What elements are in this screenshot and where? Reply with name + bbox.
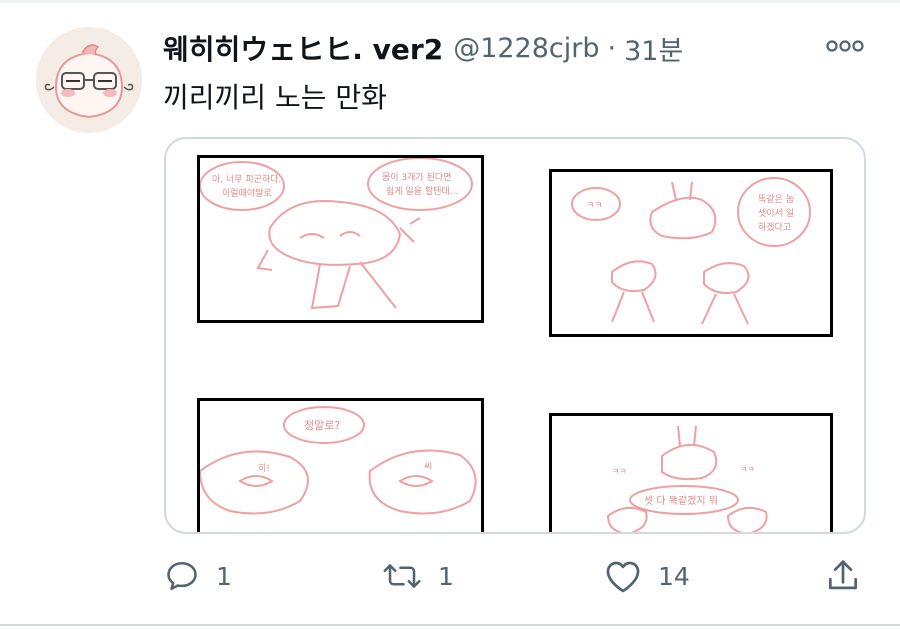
reply-count: 1 xyxy=(216,561,232,591)
svg-text:똑같은 놈: 똑같은 놈 xyxy=(758,193,794,205)
svg-text:정말로?: 정말로? xyxy=(304,419,340,432)
retweet-button[interactable]: 1 xyxy=(382,550,454,602)
tweet-actions: 1 1 14 xyxy=(0,550,900,602)
retweet-count: 1 xyxy=(438,561,454,591)
more-button[interactable] xyxy=(822,30,868,62)
tweet-header: 웨히히ウェヒヒ. ver2 @1228cjrb · 31분 xyxy=(163,28,683,68)
comic-panel-2: ㅋㅋ 똑같은 놈 셋이서 일 하겠다고 xyxy=(549,169,833,337)
svg-text:쉽게 일을 할텐데…: 쉽게 일을 할텐데… xyxy=(386,186,459,197)
comic-drawing-3: 정말로? 히! 씨 xyxy=(200,406,477,515)
tweet-text: 끼리끼리 노는 만화 xyxy=(163,81,387,114)
comic-panel-1: 아, 너무 피곤하다. 이럴때야말로 몸이 3개가 된다면 쉽게 일을 할텐데… xyxy=(197,155,484,323)
svg-text:하겠다고: 하겠다고 xyxy=(758,222,791,233)
avatar-face-icon xyxy=(36,27,142,133)
comic-drawing-4: 셋 다 똑같겠지 뭐 ㅋㅋ ㅋㅋ xyxy=(606,425,768,532)
comic-drawing-2: ㅋㅋ 똑같은 놈 셋이서 일 하겠다고 xyxy=(571,177,811,325)
bottom-divider xyxy=(0,624,900,626)
timestamp[interactable]: 31분 xyxy=(624,29,683,68)
like-button[interactable]: 14 xyxy=(604,550,690,602)
svg-text:ㅋㅋ: ㅋㅋ xyxy=(586,201,603,211)
comic-panel-3: 정말로? 히! 씨 xyxy=(197,398,484,532)
user-handle[interactable]: @1228cjrb xyxy=(453,33,599,64)
svg-text:ㅋㅋ: ㅋㅋ xyxy=(740,465,755,474)
svg-text:씨: 씨 xyxy=(424,461,432,472)
like-count: 14 xyxy=(658,561,690,591)
svg-text:몸이 3개가 된다면: 몸이 3개가 된다면 xyxy=(382,171,451,183)
retweet-icon xyxy=(383,564,421,588)
svg-text:히!: 히! xyxy=(258,463,270,474)
display-name[interactable]: 웨히히ウェヒヒ. ver2 xyxy=(163,28,443,68)
svg-text:ㅋㅋ: ㅋㅋ xyxy=(612,467,627,476)
reply-bubble-icon xyxy=(167,561,197,591)
tweet-media[interactable]: 아, 너무 피곤하다. 이럴때야말로 몸이 3개가 된다면 쉽게 일을 할텐데…… xyxy=(164,137,866,534)
svg-text:셋 다 똑같겠지 뭐: 셋 다 똑같겠지 뭐 xyxy=(644,495,718,507)
top-divider xyxy=(0,0,900,3)
separator-dot: · xyxy=(607,32,617,64)
share-button[interactable] xyxy=(824,550,862,602)
more-dots-icon xyxy=(826,40,864,52)
avatar[interactable] xyxy=(36,27,142,133)
svg-text:아, 너무 피곤하다.: 아, 너무 피곤하다. xyxy=(212,174,281,185)
comic-drawing-1: 아, 너무 피곤하다. 이럴때야말로 몸이 3개가 된다면 쉽게 일을 할텐데… xyxy=(200,158,473,310)
svg-text:이럴때야말로: 이럴때야말로 xyxy=(222,187,272,199)
share-icon xyxy=(828,560,858,590)
reply-button[interactable]: 1 xyxy=(164,550,232,602)
comic-panel-4: 셋 다 똑같겠지 뭐 ㅋㅋ ㅋㅋ xyxy=(549,413,833,532)
heart-icon xyxy=(606,561,640,593)
svg-text:셋이서 일: 셋이서 일 xyxy=(758,208,794,219)
